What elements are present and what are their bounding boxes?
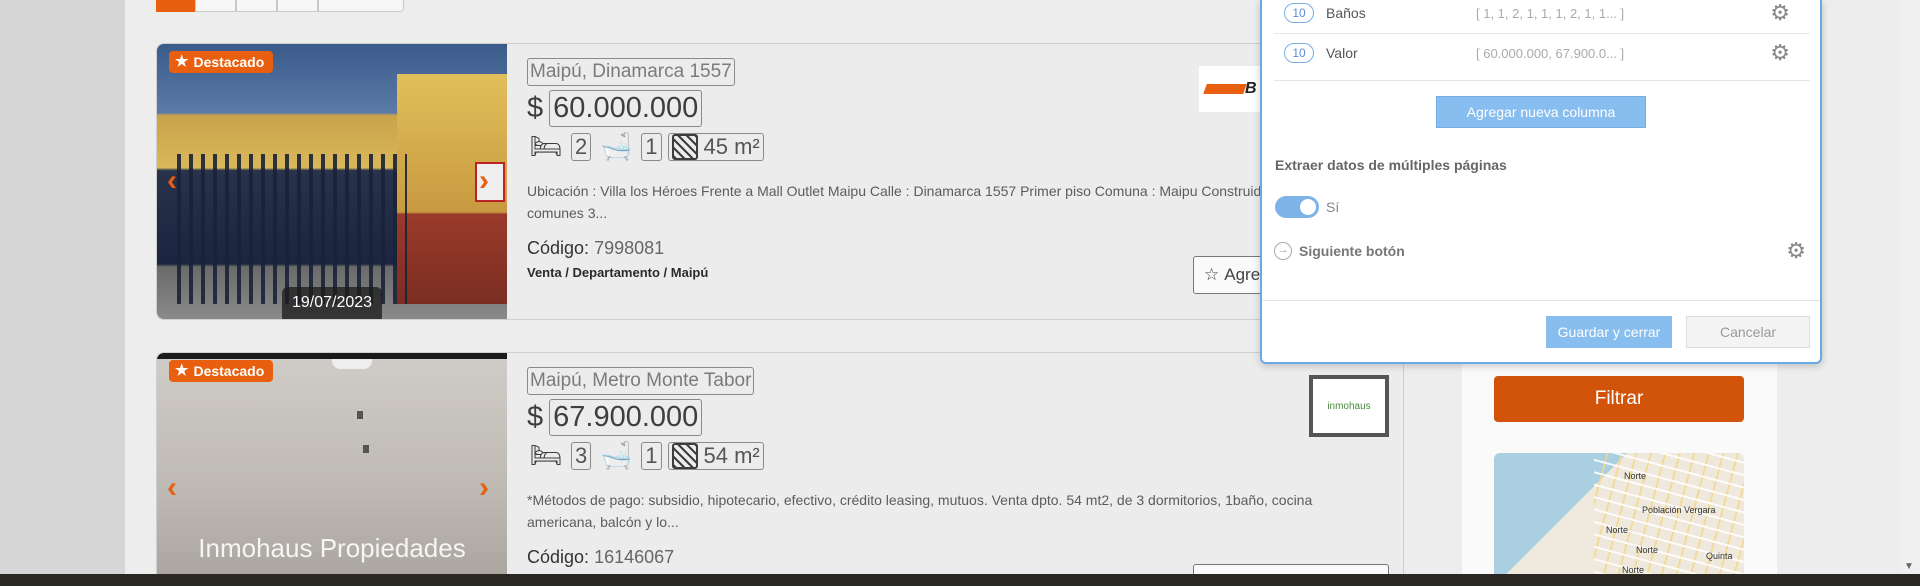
listing-location[interactable]: Maipú, Metro Monte Tabor — [527, 367, 755, 395]
featured-badge: ★ Destacado — [169, 51, 274, 73]
listing-specs: 🛏 2 🛁 1 45 m² — [527, 131, 1387, 162]
add-column-button[interactable]: Agregar nueva columna — [1436, 96, 1646, 128]
chevron-left-icon[interactable]: ‹ — [167, 471, 177, 505]
column-name: Baños — [1326, 5, 1366, 21]
divider — [1262, 300, 1820, 301]
column-name: Valor — [1326, 45, 1358, 61]
chevron-right-icon[interactable]: › — [479, 471, 489, 505]
filter-button[interactable]: Filtrar — [1494, 376, 1744, 422]
divider — [1274, 33, 1810, 34]
listing-card[interactable]: ★ Destacado ‹ › 19/07/2023 B Maipú, Dina… — [156, 43, 1404, 320]
arrow-right-icon: → — [1274, 242, 1292, 260]
star-icon: ★ — [175, 362, 189, 379]
photo-fence — [177, 154, 407, 304]
page-button[interactable] — [236, 0, 277, 12]
bed-icon: 🛏 — [529, 131, 563, 161]
featured-badge-label: Destacado — [193, 54, 265, 70]
listing-card[interactable]: ★ Destacado ‹ › Inmohaus Propiedades inm… — [156, 352, 1404, 586]
gear-icon[interactable]: ⚙ — [1770, 0, 1790, 26]
page: ★ Destacado ‹ › 19/07/2023 B Maipú, Dina… — [0, 0, 1920, 586]
map-label: Norte — [1606, 525, 1629, 535]
listing-description: *Métodos de pago: subsidio, hipotecario,… — [527, 492, 1313, 530]
featured-badge-label: Destacado — [193, 363, 265, 379]
gear-icon[interactable]: ⚙ — [1770, 40, 1790, 66]
map[interactable]: Norte Población Vergara Norte Norte Nort… — [1494, 453, 1744, 583]
multi-page-toggle[interactable] — [1275, 196, 1319, 218]
area-box: 45 m² — [667, 132, 764, 161]
column-row[interactable]: 10 Baños [ 1, 1, 2, 1, 1, 1, 2, 1, 1... … — [1284, 0, 1804, 28]
code-label: Código: — [527, 238, 590, 258]
bedrooms-count: 3 — [571, 441, 592, 470]
code-value: 7998081 — [594, 238, 665, 258]
column-count: 10 — [1284, 3, 1314, 23]
next-button-label: Siguiente botón — [1299, 243, 1405, 259]
code-value: 16146067 — [594, 547, 675, 567]
gear-icon[interactable]: ⚙ — [1786, 238, 1806, 264]
map-label: Quinta — [1706, 551, 1733, 561]
photo-date: 19/07/2023 — [282, 287, 382, 319]
cancel-button[interactable]: Cancelar — [1686, 316, 1810, 348]
scrollbar-thumb[interactable] — [1904, 6, 1916, 206]
listing-photo[interactable]: ★ Destacado ‹ › 19/07/2023 — [157, 44, 507, 319]
listing-price: $ 60.000.000 — [527, 90, 1387, 127]
star-icon: ★ — [175, 53, 189, 70]
area-box: 54 m² — [667, 441, 764, 470]
page-button[interactable] — [195, 0, 236, 12]
scroll-down-icon[interactable]: ▼ — [1904, 561, 1914, 572]
currency-symbol: $ — [527, 401, 544, 433]
taskbar — [0, 574, 1920, 586]
listing-info: Maipú, Metro Monte Tabor $ 67.900.000 🛏 … — [527, 367, 1387, 568]
star-outline-icon: ☆ — [1204, 265, 1220, 284]
multi-page-title: Extraer datos de múltiples páginas — [1275, 157, 1507, 173]
price-amount: 67.900.000 — [549, 399, 703, 436]
column-values: [ 60.000.000, 67.900.0... ] — [1476, 45, 1625, 61]
map-label: Población Vergara — [1642, 505, 1716, 515]
photo-watermark: Inmohaus Propiedades — [198, 533, 466, 563]
area-value: 54 m² — [703, 442, 760, 468]
bathtub-icon: 🛁 — [600, 131, 633, 161]
add-favorite-label: Agre — [1224, 265, 1261, 284]
photo-detail — [363, 445, 369, 453]
divider — [1274, 80, 1810, 81]
bathrooms-count: 1 — [641, 132, 662, 161]
extraction-panel: 10 Baños [ 1, 1, 2, 1, 1, 1, 2, 1, 1... … — [1260, 0, 1822, 364]
scrollbar[interactable]: ▼ — [1900, 0, 1920, 574]
bedrooms-count: 2 — [571, 132, 592, 161]
page-button[interactable] — [277, 0, 318, 12]
column-values: [ 1, 1, 2, 1, 1, 1, 2, 1, 1... ] — [1476, 5, 1625, 21]
chevron-left-icon[interactable]: ‹ — [167, 164, 177, 198]
bed-icon: 🛏 — [529, 440, 563, 470]
bathtub-icon: 🛁 — [600, 440, 633, 470]
photo-detail — [357, 411, 363, 419]
map-label: Norte — [1636, 545, 1659, 555]
listing-info: Maipú, Dinamarca 1557 $ 60.000.000 🛏 2 🛁… — [527, 58, 1387, 280]
save-and-close-button[interactable]: Guardar y cerrar — [1546, 316, 1672, 348]
price-amount: 60.000.000 — [549, 90, 703, 127]
pagination — [156, 0, 404, 12]
map-streets — [1594, 453, 1744, 583]
photo-lamp — [332, 359, 372, 369]
listing-photo[interactable]: ★ Destacado ‹ › Inmohaus Propiedades — [157, 353, 507, 586]
chevron-right-icon[interactable]: › — [479, 164, 489, 198]
next-button-setting[interactable]: → Siguiente botón — [1274, 242, 1405, 260]
map-label: Norte — [1624, 471, 1647, 481]
area-value: 45 m² — [703, 133, 760, 159]
toggle-knob — [1300, 199, 1316, 215]
listing-location[interactable]: Maipú, Dinamarca 1557 — [527, 58, 735, 86]
column-count: 10 — [1284, 43, 1314, 63]
area-icon — [671, 133, 698, 160]
currency-symbol: $ — [527, 92, 544, 124]
bathrooms-count: 1 — [641, 441, 662, 470]
page-button-next[interactable] — [318, 0, 404, 12]
column-row[interactable]: 10 Valor [ 60.000.000, 67.900.0... ] ⚙ — [1284, 38, 1804, 68]
page-button-active[interactable] — [156, 0, 195, 12]
toggle-label: Sí — [1326, 199, 1340, 215]
area-icon — [671, 442, 698, 469]
listing-price: $ 67.900.000 — [527, 399, 1387, 436]
listing-description: Ubicación : Villa los Héroes Frente a Ma… — [527, 183, 1331, 221]
code-label: Código: — [527, 547, 590, 567]
featured-badge: ★ Destacado — [169, 360, 274, 382]
listing-specs: 🛏 3 🛁 1 54 m² — [527, 440, 1387, 471]
